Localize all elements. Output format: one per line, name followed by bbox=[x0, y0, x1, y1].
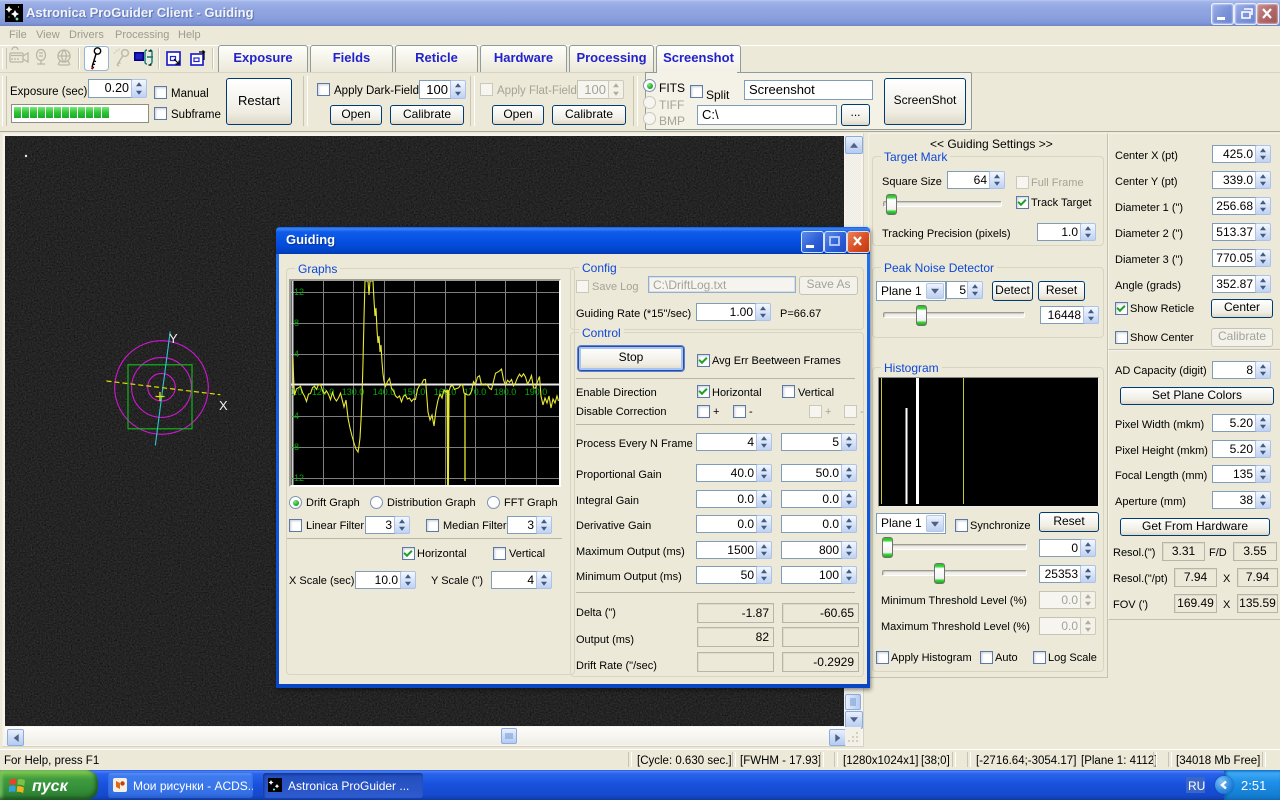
svg-text:пуск: пуск bbox=[32, 778, 69, 795]
svg-text:4: 4 bbox=[294, 349, 299, 359]
svg-text:-12: -12 bbox=[291, 473, 304, 483]
svg-text:180.0: 180.0 bbox=[494, 387, 517, 397]
svg-text:Мои рисунки - ACDS...: Мои рисунки - ACDS... bbox=[133, 779, 253, 793]
svg-text:-4: -4 bbox=[291, 411, 299, 421]
svg-text:130.0: 130.0 bbox=[342, 387, 365, 397]
svg-text:X: X bbox=[219, 398, 228, 413]
svg-text:190.0: 190.0 bbox=[525, 387, 548, 397]
svg-text:Astronica ProGuider ...: Astronica ProGuider ... bbox=[288, 779, 409, 793]
svg-text:-8: -8 bbox=[291, 442, 299, 452]
svg-text:Y: Y bbox=[169, 331, 178, 346]
svg-text:160.0: 160.0 bbox=[434, 387, 457, 397]
svg-text:12: 12 bbox=[294, 287, 304, 297]
svg-text:8: 8 bbox=[294, 318, 299, 328]
svg-text:170.0: 170.0 bbox=[464, 387, 487, 397]
